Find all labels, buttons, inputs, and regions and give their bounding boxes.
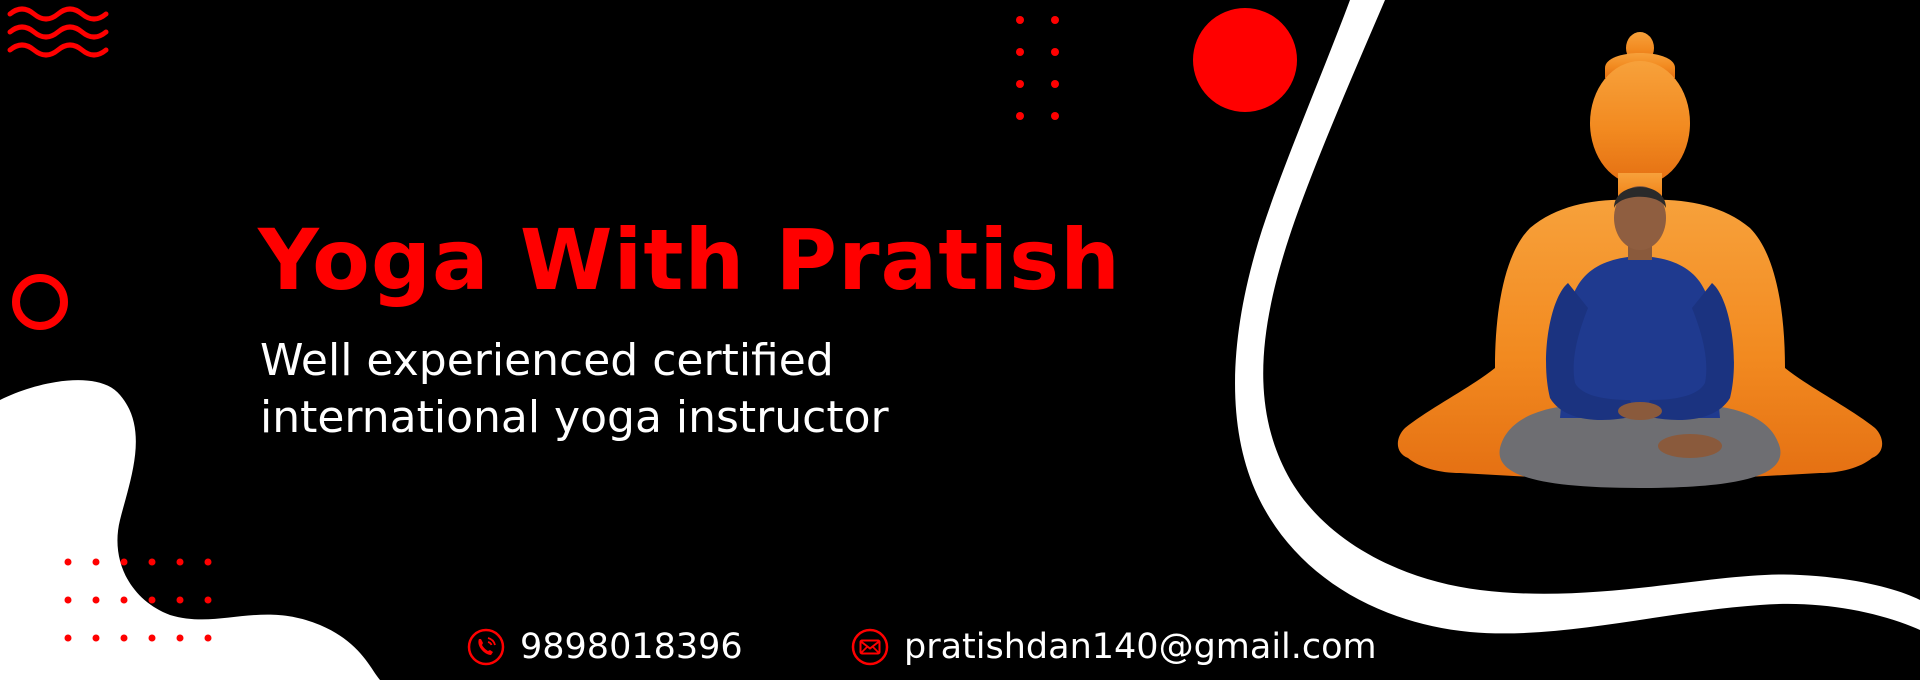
phone-number: 9898018396: [520, 627, 743, 667]
subtitle-line-1: Well experienced certified: [260, 335, 834, 386]
banner-title: Yoga With Pratish: [258, 211, 1121, 309]
dot-grid-top: [1016, 16, 1059, 120]
email-address: pratishdan140@gmail.com: [904, 627, 1377, 667]
yoga-figure-illustration: [1397, 32, 1883, 488]
phone-icon: [466, 627, 506, 667]
banner: Yoga With Pratish Well experienced certi…: [0, 0, 1920, 680]
banner-subtitle: Well experienced certified international…: [260, 332, 889, 446]
wave-lines-decoration: [7, 6, 109, 58]
phone-contact[interactable]: 9898018396: [466, 622, 743, 672]
subtitle-line-2: international yoga instructor: [260, 392, 889, 443]
red-ring-decoration: [12, 274, 68, 330]
mail-icon: [850, 627, 890, 667]
red-circle-decoration: [1193, 8, 1297, 112]
email-contact[interactable]: pratishdan140@gmail.com: [850, 622, 1377, 672]
